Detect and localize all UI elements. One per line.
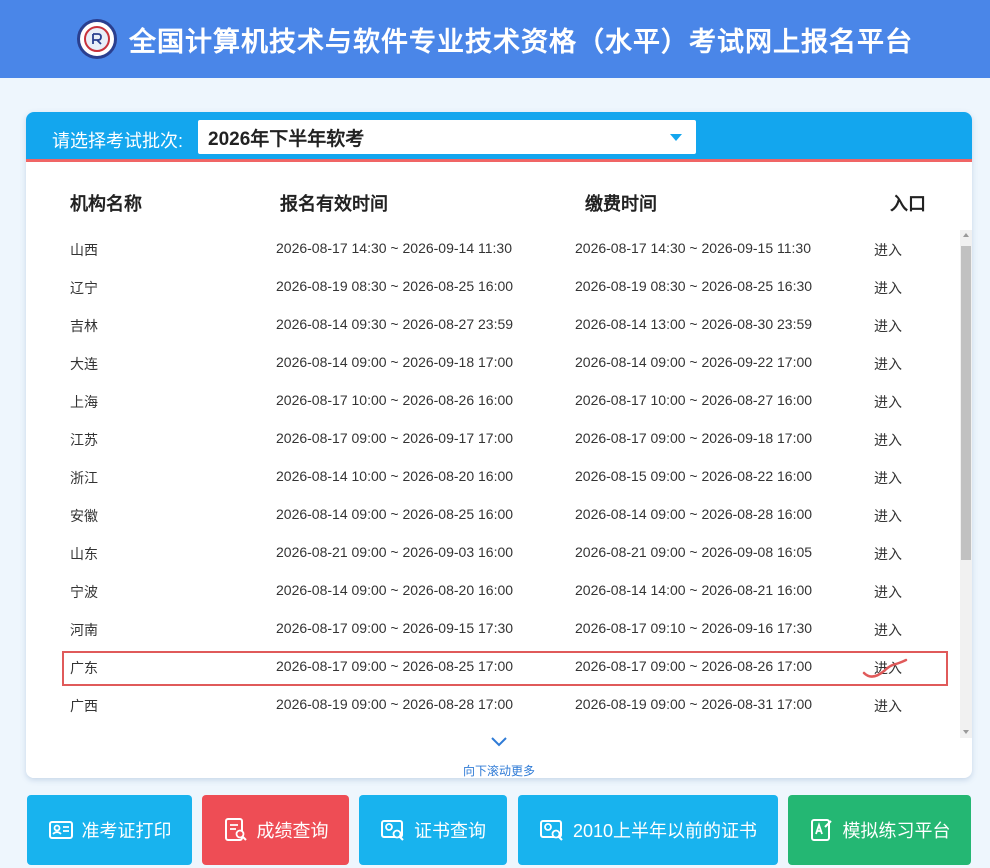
enter-link[interactable]: 进入 — [874, 544, 902, 564]
table-row: 安徽 2026-08-14 09:00 ~ 2026-08-25 16:00 202… — [26, 496, 960, 534]
institution-name: 河南 — [70, 622, 98, 638]
payment-time: 2026-08-19 09:00 ~ 2026-08-31 17:00 — [575, 696, 813, 712]
table-row: 河南 2026-08-17 09:00 ~ 2026-09-15 17:30 202… — [26, 610, 960, 648]
enter-link[interactable]: 进入 — [874, 354, 902, 374]
scroll-up-icon[interactable] — [963, 233, 969, 237]
table-row: 浙江 2026-08-14 10:00 ~ 2026-08-20 16:00 202… — [26, 458, 960, 496]
registration-time: 2026-08-17 14:30 ~ 2026-09-14 11:30 — [276, 240, 512, 256]
certificate-query-button[interactable]: 证书查询 — [359, 795, 507, 865]
scroll-more-link[interactable]: 向下滚动更多 — [26, 762, 972, 778]
payment-time: 2026-08-17 10:00 ~ 2026-08-27 16:00 — [575, 392, 813, 408]
enter-link[interactable]: 进入 — [874, 468, 902, 488]
check-mark-icon — [862, 658, 908, 678]
payment-time: 2026-08-21 09:00 ~ 2026-09-08 16:05 — [575, 544, 813, 560]
payment-time: 2026-08-19 08:30 ~ 2026-08-25 16:30 — [575, 278, 813, 294]
batch-select[interactable]: 2026年下半年软考 — [198, 120, 696, 154]
old-certificate-label: 2010上半年以前的证书 — [572, 821, 758, 841]
enter-link[interactable]: 进入 — [874, 278, 902, 298]
registration-time: 2026-08-14 09:00 ~ 2026-08-20 16:00 — [276, 582, 514, 598]
institution-name: 江苏 — [70, 432, 98, 448]
table-row: 吉林 2026-08-14 09:30 ~ 2026-08-27 23:59 202… — [26, 306, 960, 344]
registration-time: 2026-08-17 09:00 ~ 2026-09-17 17:00 — [276, 430, 514, 446]
old-certificate-button[interactable]: 2010上半年以前的证书 — [518, 795, 778, 865]
payment-time: 2026-08-17 09:00 ~ 2026-09-18 17:00 — [575, 430, 813, 446]
institution-name: 山东 — [70, 546, 98, 562]
institution-name: 山西 — [70, 242, 98, 258]
certificate-query-label: 证书查询 — [414, 821, 486, 841]
table-row: 大连 2026-08-14 09:00 ~ 2026-09-18 17:00 202… — [26, 344, 960, 382]
column-header-name: 机构名称 — [70, 194, 142, 214]
document-search-icon — [224, 818, 247, 841]
chevron-down-icon[interactable] — [490, 736, 508, 748]
highlight-box — [62, 651, 948, 686]
institution-name: 宁波 — [70, 584, 98, 600]
table-row: 宁波 2026-08-14 09:00 ~ 2026-08-20 16:00 202… — [26, 572, 960, 610]
enter-link[interactable]: 进入 — [874, 316, 902, 336]
registration-time: 2026-08-17 10:00 ~ 2026-08-26 16:00 — [276, 392, 514, 408]
enter-link[interactable]: 进入 — [874, 506, 902, 526]
enter-link[interactable]: 进入 — [874, 240, 902, 260]
enter-link[interactable]: 进入 — [874, 392, 902, 412]
registration-time: 2026-08-17 09:00 ~ 2026-09-15 17:30 — [276, 620, 514, 636]
institution-name: 上海 — [70, 394, 98, 410]
registration-time: 2026-08-14 09:30 ~ 2026-08-27 23:59 — [276, 316, 514, 332]
institution-name: 浙江 — [70, 470, 98, 486]
top-header: 全国计算机技术与软件专业技术资格（水平）考试网上报名平台 — [0, 0, 990, 78]
registration-time: 2026-08-19 09:00 ~ 2026-08-28 17:00 — [276, 696, 514, 712]
batch-bar: 请选择考试批次: 2026年下半年软考 — [26, 112, 972, 162]
registration-card: 请选择考试批次: 2026年下半年软考 机构名称 报名有效时间 缴费时间 入口 … — [26, 112, 972, 778]
registration-time: 2026-08-14 10:00 ~ 2026-08-20 16:00 — [276, 468, 514, 484]
certificate-search-icon — [381, 820, 404, 841]
practice-platform-label: 模拟练习平台 — [842, 821, 951, 841]
institution-name: 安徽 — [70, 508, 98, 524]
payment-time: 2026-08-17 09:10 ~ 2026-09-16 17:30 — [575, 620, 813, 636]
payment-time: 2026-08-15 09:00 ~ 2026-08-22 16:00 — [575, 468, 813, 484]
logo-icon — [92, 33, 102, 45]
registration-time: 2026-08-14 09:00 ~ 2026-08-25 16:00 — [276, 506, 514, 522]
column-header-reg-time: 报名有效时间 — [280, 194, 388, 214]
admit-card-print-label: 准考证打印 — [81, 821, 172, 841]
edit-document-icon — [810, 819, 832, 841]
payment-time: 2026-08-14 13:00 ~ 2026-08-30 23:59 — [575, 316, 813, 332]
payment-time: 2026-08-14 14:00 ~ 2026-08-21 16:00 — [575, 582, 813, 598]
table-row: 山东 2026-08-21 09:00 ~ 2026-09-03 16:00 202… — [26, 534, 960, 572]
enter-link[interactable]: 进入 — [874, 430, 902, 450]
column-header-entry: 入口 — [890, 194, 926, 214]
table-row: 山西 2026-08-17 14:30 ~ 2026-09-14 11:30 202… — [26, 230, 960, 268]
payment-time: 2026-08-17 14:30 ~ 2026-09-15 11:30 — [575, 240, 811, 256]
registration-time: 2026-08-19 08:30 ~ 2026-08-25 16:00 — [276, 278, 514, 294]
score-query-label: 成绩查询 — [256, 821, 329, 841]
certificate-search-icon — [539, 820, 563, 841]
batch-select-value: 2026年下半年软考 — [208, 128, 365, 150]
institution-name: 大连 — [70, 356, 98, 372]
registration-time: 2026-08-14 09:00 ~ 2026-09-18 17:00 — [276, 354, 514, 370]
scroll-thumb[interactable] — [961, 246, 971, 560]
enter-link[interactable]: 进入 — [874, 620, 902, 640]
column-header-pay-time: 缴费时间 — [585, 194, 657, 214]
registration-time: 2026-08-21 09:00 ~ 2026-09-03 16:00 — [276, 544, 514, 560]
table-row: 上海 2026-08-17 10:00 ~ 2026-08-26 16:00 202… — [26, 382, 960, 420]
institution-name: 辽宁 — [70, 280, 98, 296]
payment-time: 2026-08-14 09:00 ~ 2026-08-28 16:00 — [575, 506, 813, 522]
admit-card-print-button[interactable]: 准考证打印 — [27, 795, 192, 865]
site-title: 全国计算机技术与软件专业技术资格（水平）考试网上报名平台 — [129, 26, 913, 57]
logo — [77, 19, 117, 59]
id-card-icon — [48, 821, 73, 839]
payment-time: 2026-08-14 09:00 ~ 2026-09-22 17:00 — [575, 354, 813, 370]
practice-platform-button[interactable]: 模拟练习平台 — [788, 795, 971, 865]
scrollbar[interactable] — [960, 230, 972, 738]
score-query-button[interactable]: 成绩查询 — [202, 795, 349, 865]
table-row: 江苏 2026-08-17 09:00 ~ 2026-09-17 17:00 202… — [26, 420, 960, 458]
institution-name: 吉林 — [70, 318, 98, 334]
caret-down-icon — [670, 134, 682, 141]
enter-link[interactable]: 进入 — [874, 582, 902, 602]
table-row: 辽宁 2026-08-19 08:30 ~ 2026-08-25 16:00 202… — [26, 268, 960, 306]
scroll-down-icon[interactable] — [963, 730, 969, 734]
batch-label: 请选择考试批次: — [52, 131, 184, 151]
